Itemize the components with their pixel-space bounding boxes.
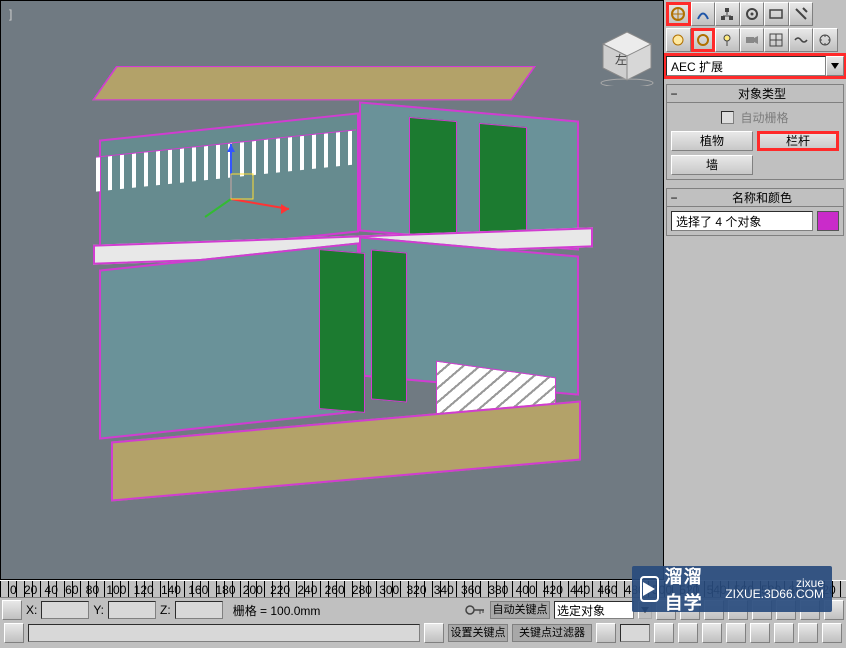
rollout-object-type-title: 对象类型 — [681, 85, 843, 102]
nav-zoom[interactable] — [654, 623, 674, 643]
y-label: Y: — [93, 603, 104, 617]
object-name-value: 选择了 4 个对象 — [676, 213, 761, 230]
systems-category[interactable] — [813, 28, 838, 52]
object-name-input[interactable]: 选择了 4 个对象 — [671, 211, 813, 231]
grid-size-label: 栅格 = 100.0mm — [233, 602, 321, 619]
create-tab[interactable] — [666, 2, 691, 26]
subcategory-dropdown[interactable]: AEC 扩展 — [666, 56, 826, 76]
command-panel: AEC 扩展 − 对象类型 自动栅格 植物 栏杆 墙 − 名称 — [664, 0, 846, 648]
svg-text:左: 左 — [615, 52, 627, 67]
play-icon — [640, 576, 659, 602]
nav-zoom-all[interactable] — [678, 623, 698, 643]
z-label: Z: — [160, 603, 171, 617]
ruler-tick-label: 460 — [597, 583, 617, 597]
ruler-tick-label: 420 — [543, 583, 563, 597]
ruler-tick-label: 240 — [297, 583, 317, 597]
subcategory-value: AEC 扩展 — [671, 58, 723, 75]
nav-g[interactable] — [798, 623, 818, 643]
hierarchy-tab[interactable] — [715, 2, 740, 26]
y-coord-input[interactable] — [108, 601, 156, 619]
maxscript-listener[interactable] — [28, 624, 420, 642]
rollout-toggle-icon[interactable]: − — [667, 191, 681, 205]
x-label: X: — [26, 603, 37, 617]
modify-tab[interactable] — [691, 2, 716, 26]
z-coord-input[interactable] — [175, 601, 223, 619]
display-tab[interactable] — [764, 2, 789, 26]
object-color-swatch[interactable] — [817, 211, 839, 231]
current-frame-input[interactable] — [620, 624, 650, 642]
ruler-tick-label: 0 — [10, 583, 17, 597]
key-icon — [464, 601, 486, 619]
time-config-button[interactable] — [596, 623, 616, 643]
motion-tab[interactable] — [740, 2, 765, 26]
watermark-sub2: ZIXUE.3D66.COM — [725, 589, 824, 600]
nav-f[interactable] — [774, 623, 794, 643]
railing-button[interactable]: 栏杆 — [757, 131, 839, 151]
viewcube[interactable]: 左 — [597, 26, 657, 86]
set-key-button[interactable]: 设置关键点 — [448, 624, 508, 642]
ruler-tick-label: 40 — [45, 583, 58, 597]
ruler-tick-label: 440 — [570, 583, 590, 597]
subcategory-dropdown-arrow[interactable] — [826, 56, 844, 76]
lights-category[interactable] — [715, 28, 740, 52]
key-filter-button[interactable]: 关键点过滤器 — [512, 624, 592, 642]
utilities-tab[interactable] — [789, 2, 814, 26]
status-a[interactable] — [424, 623, 444, 643]
prompt-icon[interactable] — [4, 623, 24, 643]
ruler-tick-label: 20 — [24, 583, 37, 597]
auto-grid-checkbox — [721, 111, 734, 124]
ruler-tick-label: 140 — [161, 583, 181, 597]
nav-pan[interactable] — [702, 623, 722, 643]
auto-grid-label: 自动栅格 — [740, 109, 788, 126]
key-filter-dropdown[interactable]: 选定对象 — [554, 601, 634, 619]
ruler-tick-label: 60 — [65, 583, 78, 597]
viewport-3d[interactable]: ] 左 — [0, 0, 664, 580]
ruler-tick-label: 360 — [461, 583, 481, 597]
ruler-tick-label: 340 — [434, 583, 454, 597]
ruler-tick-label: 180 — [216, 583, 236, 597]
rollout-toggle-icon[interactable]: − — [667, 87, 681, 101]
ruler-tick-label: 260 — [325, 583, 345, 597]
ruler-tick-label: 320 — [406, 583, 426, 597]
cameras-category[interactable] — [740, 28, 765, 52]
shapes-category[interactable] — [691, 28, 716, 52]
nav-h[interactable] — [822, 623, 842, 643]
ruler-tick-label: 300 — [379, 583, 399, 597]
auto-key-button[interactable]: 自动关键点 — [490, 601, 550, 619]
wall-button[interactable]: 墙 — [671, 155, 753, 175]
nav-orbit[interactable] — [726, 623, 746, 643]
spacewarps-category[interactable] — [789, 28, 814, 52]
watermark: 溜溜自学 zixue ZIXUE.3D66.COM — [632, 566, 832, 612]
ruler-tick-label: 400 — [516, 583, 536, 597]
x-coord-input[interactable] — [41, 601, 89, 619]
plant-button[interactable]: 植物 — [671, 131, 753, 151]
viewport-label: ] — [9, 7, 12, 21]
ruler-tick-label: 160 — [188, 583, 208, 597]
key-filter-value: 选定对象 — [557, 602, 605, 619]
watermark-brand: 溜溜自学 — [665, 563, 716, 615]
ruler-tick-label: 100 — [106, 583, 126, 597]
helpers-category[interactable] — [764, 28, 789, 52]
rollout-object-type: − 对象类型 自动栅格 植物 栏杆 墙 — [666, 84, 844, 180]
geometry-category[interactable] — [666, 28, 691, 52]
model-building — [81, 51, 561, 501]
ruler-tick-label: 220 — [270, 583, 290, 597]
ruler-tick-label: 120 — [134, 583, 154, 597]
nav-e[interactable] — [750, 623, 770, 643]
rollout-name-color: − 名称和颜色 选择了 4 个对象 — [666, 188, 844, 236]
ruler-tick-label: 80 — [86, 583, 99, 597]
ruler-tick-label: 380 — [488, 583, 508, 597]
ruler-tick-label: 280 — [352, 583, 372, 597]
selection-lock-button[interactable] — [2, 600, 22, 620]
ruler-tick-label: 200 — [243, 583, 263, 597]
rollout-name-title: 名称和颜色 — [681, 189, 843, 206]
